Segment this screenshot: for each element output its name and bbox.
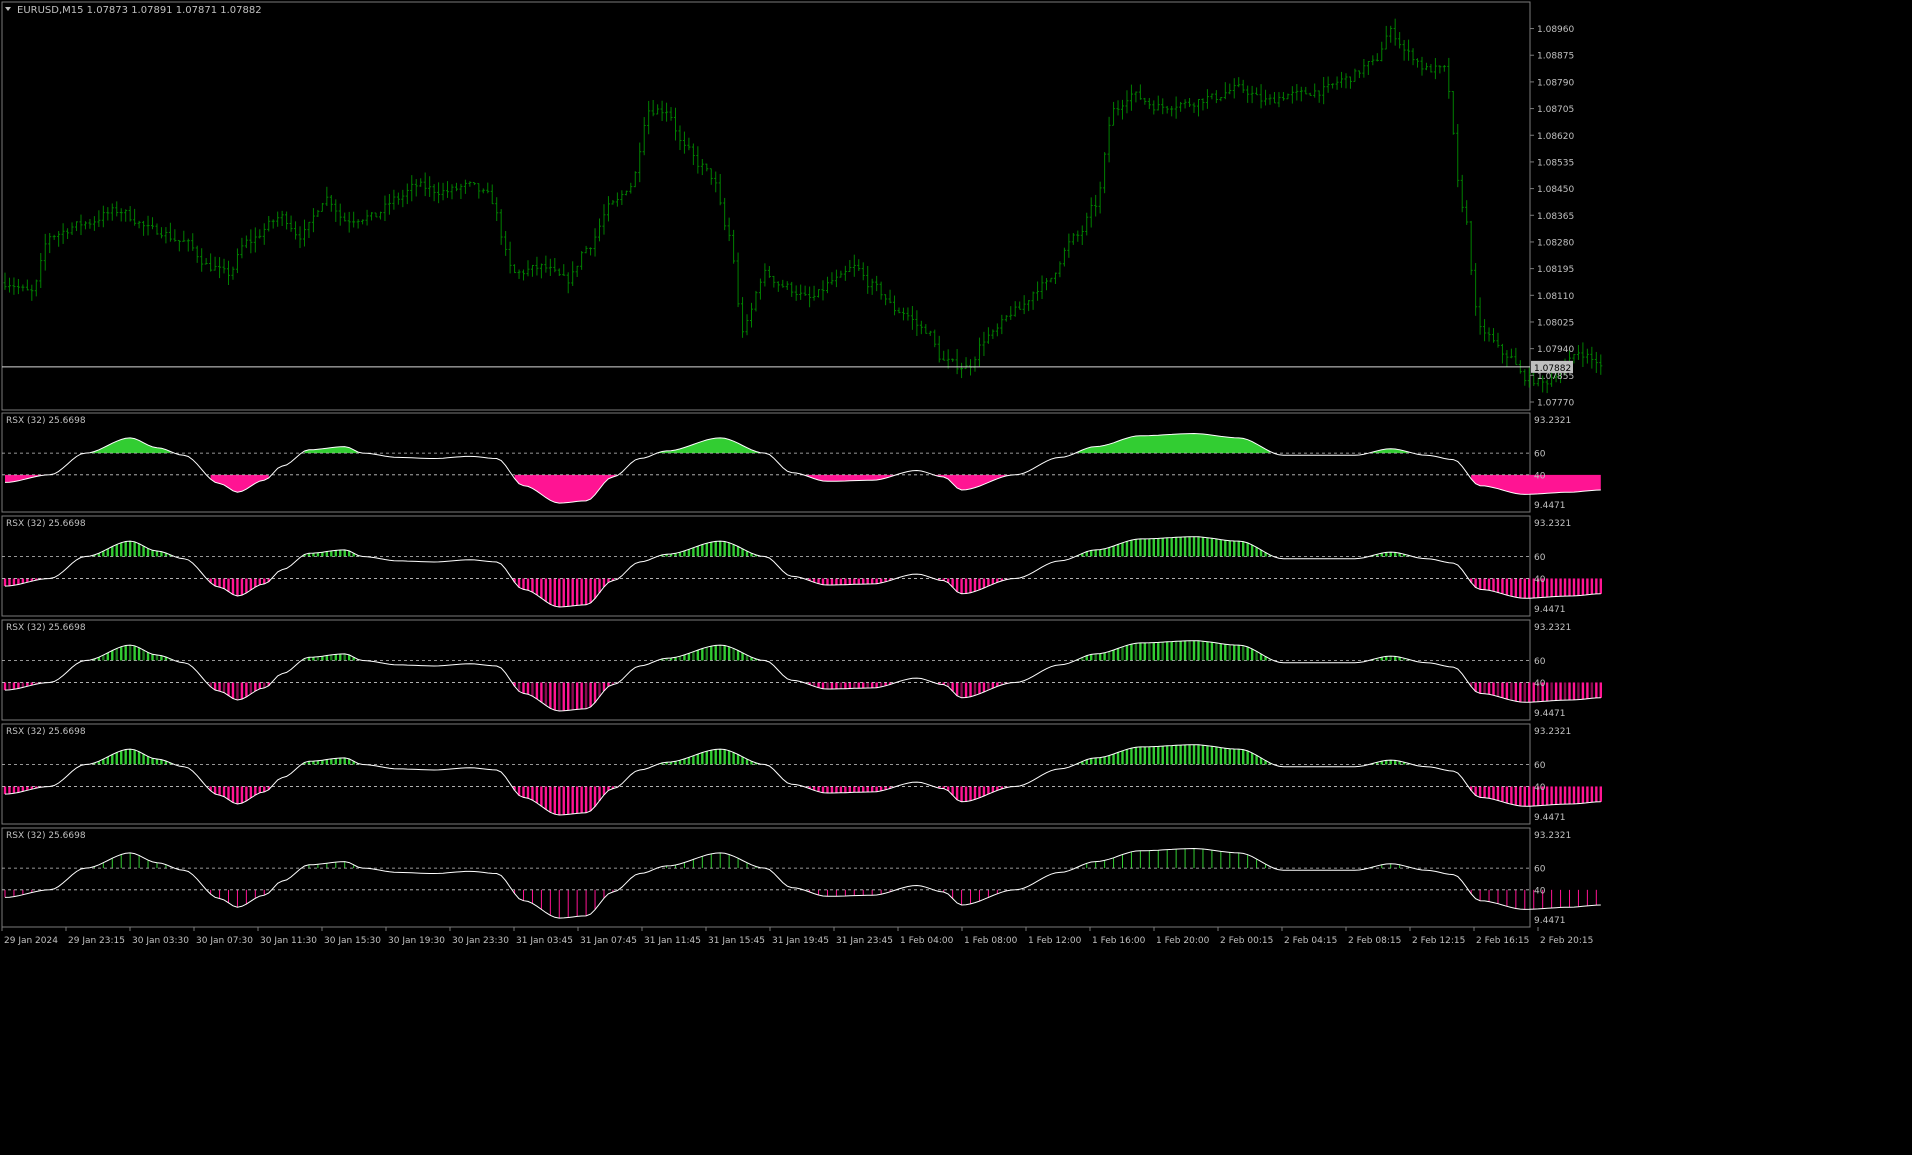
- rsx-axis-min-label: 9.4471: [1534, 501, 1566, 511]
- rsx-axis-min-label: 9.4471: [1534, 709, 1566, 719]
- rsx-axis-max-label: 93.2321: [1534, 831, 1571, 841]
- time-axis-label: 30 Jan 15:30: [324, 936, 381, 946]
- rsx-panel-label: RSX (32) 25.6698: [6, 416, 86, 426]
- rsx-axis-min-label: 9.4471: [1534, 813, 1566, 823]
- current-price-tag-label: 1.07882: [1534, 364, 1571, 374]
- rsx-axis-level-low-label: 40: [1534, 783, 1546, 793]
- rsx-axis-level-low-label: 40: [1534, 575, 1546, 585]
- time-axis-label: 29 Jan 2024: [4, 936, 58, 946]
- rsx-axis-max-label: 93.2321: [1534, 416, 1571, 426]
- time-axis-label: 31 Jan 11:45: [644, 936, 701, 946]
- rsx-axis-level-high-label: 60: [1534, 657, 1546, 667]
- rsx-axis-level-low-label: 40: [1534, 886, 1546, 896]
- rsx-axis-level-high-label: 60: [1534, 761, 1546, 771]
- time-axis-label: 30 Jan 03:30: [132, 936, 189, 946]
- price-axis-label: 1.08280: [1537, 238, 1574, 248]
- rsx-axis-max-label: 93.2321: [1534, 727, 1571, 737]
- time-axis-label: 31 Jan 23:45: [836, 936, 893, 946]
- price-axis-label: 1.08365: [1537, 212, 1574, 222]
- chart-window[interactable]: 1.08960 1.08875 1.08790 1.08705 1.08620 1.085…: [0, 0, 1912, 1151]
- price-axis-label: 1.07940: [1537, 345, 1574, 355]
- time-axis-label: 30 Jan 19:30: [388, 936, 445, 946]
- time-axis-label: 31 Jan 19:45: [772, 936, 829, 946]
- rsx-panel-label: RSX (32) 25.6698: [6, 727, 86, 737]
- rsx-axis-min-label: 9.4471: [1534, 916, 1566, 926]
- time-axis-label: 1 Feb 20:00: [1156, 936, 1210, 946]
- price-axis-label: 1.08705: [1537, 105, 1574, 115]
- price-axis-label: 1.08195: [1537, 265, 1574, 275]
- rsx-axis-max-label: 93.2321: [1534, 623, 1571, 633]
- price-axis-label: 1.08620: [1537, 132, 1574, 142]
- time-axis-label: 1 Feb 12:00: [1028, 936, 1082, 946]
- price-axis-label: 1.08450: [1537, 185, 1574, 195]
- time-axis-label: 31 Jan 03:45: [516, 936, 573, 946]
- price-axis-label: 1.08025: [1537, 318, 1574, 328]
- time-axis-label: 30 Jan 11:30: [260, 936, 317, 946]
- rsx-panel-label: RSX (32) 25.6698: [6, 831, 86, 841]
- price-axis-label: 1.08960: [1537, 25, 1574, 35]
- symbol-label: EURUSD,M15 1.07873 1.07891 1.07871 1.078…: [17, 5, 262, 16]
- time-axis-label: 2 Feb 04:15: [1284, 936, 1337, 946]
- chart-canvas[interactable]: 1.08960 1.08875 1.08790 1.08705 1.08620 1.085…: [0, 0, 1912, 1151]
- time-axis-label: 31 Jan 07:45: [580, 936, 637, 946]
- rsx-axis-max-label: 93.2321: [1534, 519, 1571, 529]
- time-axis-label: 1 Feb 08:00: [964, 936, 1018, 946]
- time-axis-label: 1 Feb 16:00: [1092, 936, 1146, 946]
- price-axis-label: 1.08875: [1537, 52, 1574, 62]
- rsx-panel-label: RSX (32) 25.6698: [6, 519, 86, 529]
- price-axis-label: 1.08535: [1537, 158, 1574, 168]
- time-axis-label: 2 Feb 00:15: [1220, 936, 1273, 946]
- rsx-axis-level-high-label: 60: [1534, 553, 1546, 563]
- rsx-axis-level-high-label: 60: [1534, 450, 1546, 460]
- time-axis-label: 1 Feb 04:00: [900, 936, 954, 946]
- time-axis-label: 31 Jan 15:45: [708, 936, 765, 946]
- rsx-axis-level-high-label: 60: [1534, 865, 1546, 875]
- rsx-axis-min-label: 9.4471: [1534, 605, 1566, 615]
- time-axis-label: 30 Jan 07:30: [196, 936, 253, 946]
- rsx-panel-label: RSX (32) 25.6698: [6, 623, 86, 633]
- rsx-axis-level-low-label: 40: [1534, 679, 1546, 689]
- rsx-axis-level-low-label: 40: [1534, 471, 1546, 481]
- time-axis-label: 2 Feb 20:15: [1540, 936, 1593, 946]
- time-axis-label: 29 Jan 23:15: [68, 936, 125, 946]
- price-axis-label: 1.08790: [1537, 78, 1574, 88]
- time-axis-label: 2 Feb 08:15: [1348, 936, 1401, 946]
- time-axis-label: 2 Feb 16:15: [1476, 936, 1529, 946]
- price-axis: 1.08960 1.08875 1.08790 1.08705 1.08620 1.085…: [1530, 25, 1574, 409]
- time-axis-label: 30 Jan 23:30: [452, 936, 509, 946]
- time-axis-label: 2 Feb 12:15: [1412, 936, 1465, 946]
- price-axis-label: 1.08110: [1537, 292, 1574, 302]
- price-axis-label: 1.07770: [1537, 399, 1574, 409]
